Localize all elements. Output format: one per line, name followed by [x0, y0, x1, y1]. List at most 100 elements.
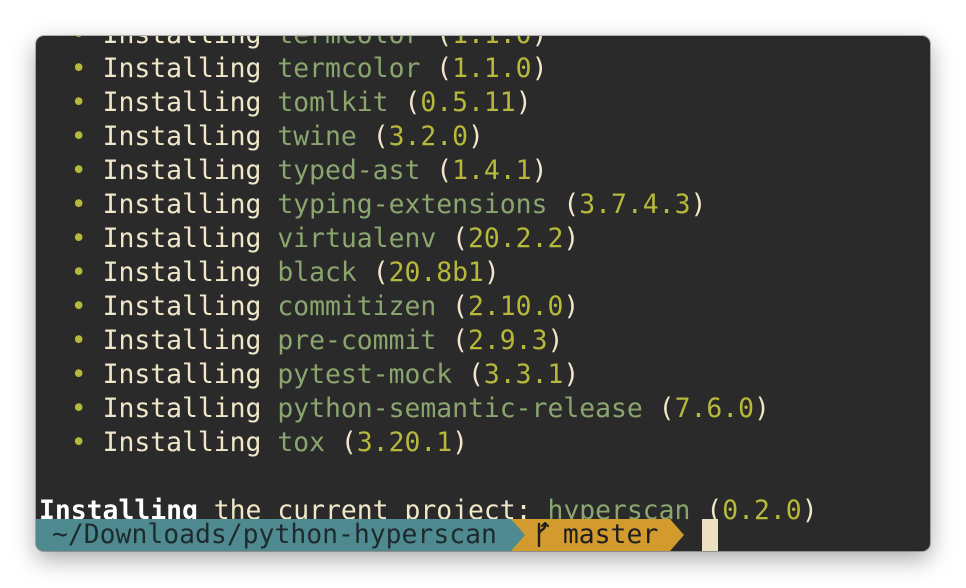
paren-close: ) — [483, 257, 500, 288]
install-word: Installing — [102, 53, 262, 84]
bullet-icon: • — [71, 36, 87, 50]
paren-close: ) — [547, 325, 564, 356]
install-word: Installing — [102, 427, 262, 458]
bullet-icon: • — [70, 359, 87, 390]
package-version: 3.2.0 — [388, 121, 469, 152]
package-version: 3.20.1 — [356, 427, 453, 458]
output-line: • Installing typing-extensions (3.7.4.3) — [36, 188, 930, 222]
package-version: 3.3.1 — [483, 359, 564, 390]
paren-close: ) — [452, 427, 469, 458]
package-version: 1.1.0 — [452, 53, 532, 84]
package-name: termcolor — [277, 36, 420, 50]
output-line: • Installing termcolor (1.1.0) — [36, 36, 930, 52]
text-cursor[interactable] — [702, 519, 719, 551]
install-word: Installing — [102, 291, 262, 322]
package-name: commitizen — [277, 291, 437, 322]
package-name: pytest-mock — [277, 359, 453, 390]
paren-open: ( — [452, 325, 469, 356]
package-version: 20.2.2 — [468, 223, 564, 254]
output-line: • Installing commitizen (2.10.0) — [36, 290, 930, 324]
package-version: 1.1.0 — [452, 36, 531, 50]
paren-open: ( — [372, 257, 389, 288]
package-name: pre-commit — [277, 325, 437, 356]
prompt-path: ~/Downloads/python-hyperscan — [36, 519, 511, 551]
output-line: • Installing termcolor (1.1.0) — [36, 52, 930, 86]
paren-open: ( — [452, 223, 469, 254]
screenshot-frame: • Installing termcolor (1.1.0) • Install… — [0, 0, 966, 588]
bullet-icon: • — [70, 155, 87, 186]
package-name: termcolor — [277, 53, 421, 84]
paren-open: ( — [452, 291, 469, 322]
output-line: • Installing pytest-mock (3.3.1) — [36, 358, 930, 392]
install-word: Installing — [102, 359, 262, 390]
prompt-branch-name: master — [562, 519, 659, 550]
powerline-arrow-icon — [510, 519, 525, 551]
package-name: twine — [277, 121, 357, 152]
output-line: • Installing pre-commit (2.9.3) — [36, 324, 930, 358]
paren-close: ) — [563, 291, 580, 322]
paren-open: ( — [563, 189, 580, 220]
paren-open: ( — [436, 53, 453, 84]
output-line: • Installing black (20.8b1) — [36, 256, 930, 290]
bullet-icon: • — [70, 53, 87, 84]
git-branch-icon — [537, 522, 549, 548]
powerline-arrow-icon — [670, 519, 685, 551]
bullet-icon: • — [70, 427, 87, 458]
package-version: 2.10.0 — [468, 291, 564, 322]
output-line: • Installing typed-ast (1.4.1) — [36, 154, 930, 188]
package-name: python-semantic-release — [277, 393, 643, 424]
paren-close: ) — [532, 36, 548, 50]
output-line: • Installing tomlkit (0.5.11) — [36, 86, 930, 120]
package-name: black — [277, 257, 357, 288]
install-word: Installing — [102, 189, 262, 220]
package-name: typed-ast — [277, 155, 421, 186]
paren-close: ) — [468, 121, 484, 152]
output-line: • Installing tox (3.20.1) — [36, 426, 930, 460]
bullet-icon: • — [70, 223, 87, 254]
package-version: 3.7.4.3 — [579, 189, 691, 220]
paren-close: ) — [690, 189, 707, 220]
paren-open: ( — [436, 155, 453, 186]
paren-close: ) — [531, 53, 548, 84]
bullet-icon: • — [70, 291, 87, 322]
bullet-icon: • — [70, 189, 87, 220]
bullet-icon: • — [70, 257, 87, 288]
paren-open: ( — [436, 36, 452, 50]
package-version: 7.6.0 — [674, 393, 755, 424]
install-word: Installing — [103, 36, 262, 50]
paren-close: ) — [754, 393, 770, 424]
prompt-branch-segment: master — [524, 519, 671, 551]
paren-open: ( — [404, 87, 421, 118]
install-word: Installing — [102, 121, 262, 152]
paren-open: ( — [340, 427, 357, 458]
package-version: 20.8b1 — [388, 257, 484, 288]
terminal-output: • Installing termcolor (1.1.0) • Install… — [36, 36, 930, 528]
package-name: typing-extensions — [277, 189, 548, 220]
paren-open: ( — [658, 393, 675, 424]
install-word: Installing — [102, 87, 262, 118]
package-version: 2.9.3 — [468, 325, 548, 356]
terminal-window[interactable]: • Installing termcolor (1.1.0) • Install… — [36, 36, 930, 551]
paren-open: ( — [468, 359, 484, 390]
install-word: Installing — [102, 325, 262, 356]
output-line: • Installing python-semantic-release (7.… — [36, 392, 930, 426]
shell-prompt[interactable]: ~/Downloads/python-hyperscan master — [36, 519, 930, 551]
paren-close: ) — [563, 223, 580, 254]
package-name: tomlkit — [277, 87, 389, 118]
package-name: virtualenv — [277, 223, 437, 254]
install-word: Installing — [102, 155, 262, 186]
install-word: Installing — [102, 257, 262, 288]
package-name: tox — [277, 427, 326, 458]
paren-open: ( — [372, 121, 389, 152]
install-word: Installing — [102, 393, 262, 424]
package-version: 0.5.11 — [420, 87, 516, 118]
bullet-icon: • — [70, 393, 87, 424]
bullet-icon: • — [70, 87, 87, 118]
install-word: Installing — [102, 223, 262, 254]
bullet-icon: • — [70, 325, 87, 356]
paren-close: ) — [515, 87, 532, 118]
paren-close: ) — [531, 155, 548, 186]
output-line: • Installing virtualenv (20.2.2) — [36, 222, 930, 256]
package-version: 1.4.1 — [452, 155, 532, 186]
